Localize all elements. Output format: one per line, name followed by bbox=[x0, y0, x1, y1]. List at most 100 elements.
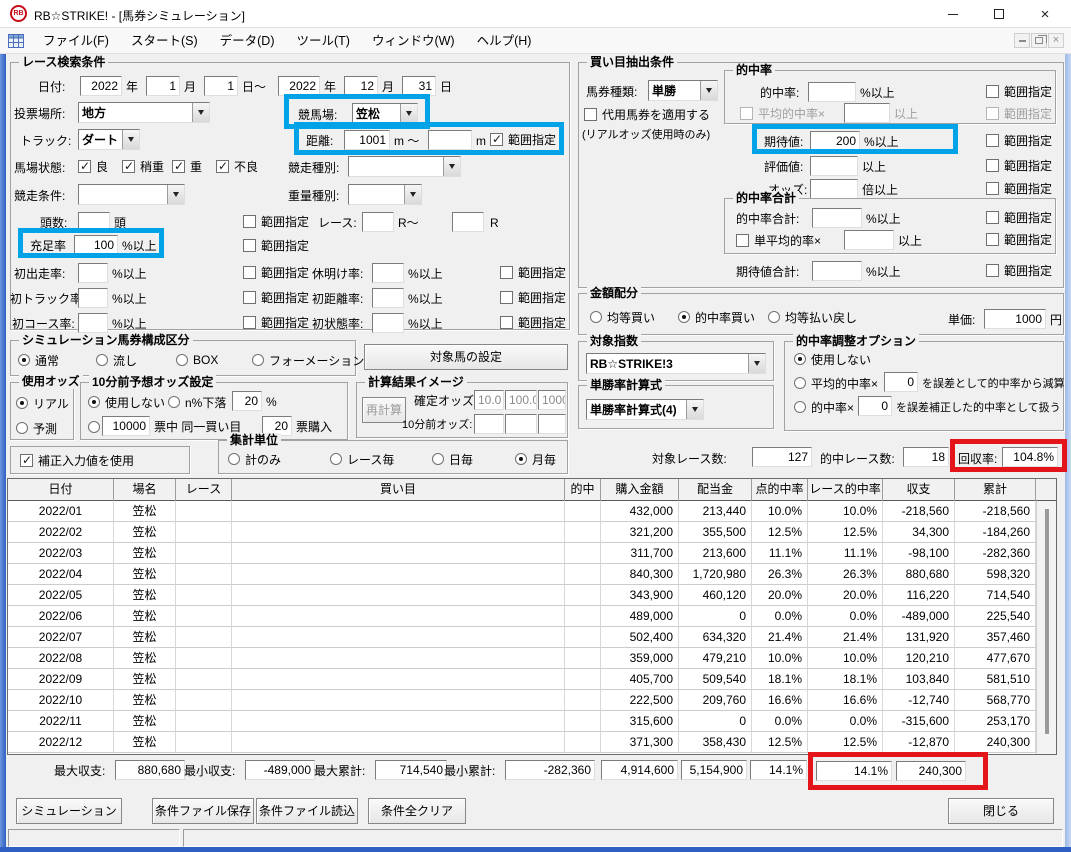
date-year-to-input[interactable]: 2022 bbox=[278, 76, 320, 96]
column-header[interactable]: 累計 bbox=[955, 479, 1036, 501]
close-dialog-button[interactable]: 閉じる bbox=[948, 798, 1054, 824]
expectation-range-checkbox[interactable]: 範囲指定 bbox=[986, 133, 1052, 148]
unit-price-input[interactable]: 1000 bbox=[984, 309, 1046, 329]
hit-rate-input[interactable] bbox=[808, 82, 856, 102]
fill-rate-input[interactable]: 100 bbox=[74, 235, 118, 255]
table-row[interactable]: 2022/11 笠松 315,600 0 0.0% 0.0% -315,600 253,170 bbox=[8, 711, 1056, 732]
column-header[interactable]: 配当金 bbox=[679, 479, 752, 501]
agg-per-race-radio[interactable]: レース毎 bbox=[330, 452, 394, 467]
distance-to-input[interactable] bbox=[428, 130, 472, 150]
fill-rate-range-checkbox[interactable]: 範囲指定 bbox=[243, 238, 309, 253]
date-month-to-input[interactable]: 12 bbox=[344, 76, 378, 96]
pre-odds-votes-radio[interactable] bbox=[88, 420, 100, 434]
scrollbar-thumb[interactable] bbox=[1045, 509, 1049, 734]
pre-odds-input-1[interactable] bbox=[474, 414, 504, 434]
agg-per-day-radio[interactable]: 日毎 bbox=[432, 452, 473, 467]
table-row[interactable]: 2022/09 笠松 405,700 509,540 18.1% 18.1% 103,840… bbox=[8, 669, 1056, 690]
race-no-from-input[interactable] bbox=[362, 212, 394, 232]
evaluation-range-checkbox[interactable]: 範囲指定 bbox=[986, 158, 1052, 173]
adjust-avg-radio[interactable]: 平均的中率× bbox=[794, 376, 878, 391]
date-day-to-input[interactable]: 31 bbox=[402, 76, 436, 96]
avg-hit-range-checkbox[interactable]: 範囲指定 bbox=[986, 106, 1052, 121]
agg-per-month-radio[interactable]: 月毎 bbox=[515, 452, 556, 467]
going-good-checkbox[interactable]: 良 bbox=[78, 159, 108, 174]
avg-single-checkbox[interactable]: 単平均的率× bbox=[736, 233, 821, 248]
table-row[interactable]: 2022/10 笠松 222,500 209,760 16.6% 16.6% -12,740… bbox=[8, 690, 1056, 711]
fixed-odds-input-2[interactable]: 100.0 bbox=[505, 390, 537, 410]
pre-odds-drop-radio[interactable]: n%下落 bbox=[168, 395, 226, 410]
first-track-input[interactable] bbox=[78, 288, 108, 308]
first-course-range-checkbox[interactable]: 範囲指定 bbox=[243, 315, 309, 330]
table-row[interactable]: 2022/08 笠松 359,000 479,210 10.0% 10.0% 120,210… bbox=[8, 648, 1056, 669]
first-course-input[interactable] bbox=[78, 313, 108, 333]
save-condition-button[interactable]: 条件ファイル保存 bbox=[152, 798, 254, 824]
first-run-input[interactable] bbox=[78, 263, 108, 283]
first-dist-range-checkbox[interactable]: 範囲指定 bbox=[500, 290, 566, 305]
table-row[interactable]: 2022/02 笠松 321,200 355,500 12.5% 12.5% 34,300-… bbox=[8, 522, 1056, 543]
odds-real-radio[interactable]: リアル bbox=[16, 396, 69, 411]
sim-type-formation-radio[interactable]: フォーメーション bbox=[252, 353, 364, 368]
mdi-close-button[interactable]: × bbox=[1048, 33, 1064, 48]
going-bad-checkbox[interactable]: 不良 bbox=[216, 159, 258, 174]
menu-window[interactable]: ウィンドウ(W) bbox=[361, 28, 466, 54]
race-type-select[interactable] bbox=[348, 156, 461, 177]
heads-input[interactable] bbox=[78, 212, 110, 232]
column-header[interactable]: 的中 bbox=[565, 479, 601, 501]
hit-total-input[interactable] bbox=[812, 208, 862, 228]
win-formula-select[interactable]: 単勝率計算式(4) bbox=[586, 399, 704, 420]
table-row[interactable]: 2022/05 笠松 343,900 460,120 20.0% 20.0% 116,220… bbox=[8, 585, 1056, 606]
maximize-button[interactable] bbox=[976, 0, 1022, 28]
substitute-checkbox[interactable]: 代用馬券を適用する bbox=[584, 107, 710, 122]
column-header[interactable]: 収支 bbox=[883, 479, 955, 501]
column-header[interactable]: 購入金額 bbox=[601, 479, 679, 501]
menu-data[interactable]: データ(D) bbox=[209, 28, 286, 54]
avg-single-range-checkbox[interactable]: 範囲指定 bbox=[986, 232, 1052, 247]
table-row[interactable]: 2022/07 笠松 502,400 634,320 21.4% 21.4% 131,920… bbox=[8, 627, 1056, 648]
evaluation-input[interactable] bbox=[810, 156, 858, 176]
date-year-from-input[interactable]: 2022 bbox=[80, 76, 122, 96]
close-button[interactable]: × bbox=[1022, 0, 1068, 28]
fixed-odds-input-1[interactable]: 10.0 bbox=[474, 390, 504, 410]
fixed-odds-input-3[interactable]: 1000 bbox=[538, 390, 566, 410]
menu-tool[interactable]: ツール(T) bbox=[286, 28, 361, 54]
column-header[interactable]: レース bbox=[176, 479, 232, 501]
first-track-range-checkbox[interactable]: 範囲指定 bbox=[243, 290, 309, 305]
mdi-restore-button[interactable] bbox=[1031, 33, 1047, 48]
alloc-equal-return-radio[interactable]: 均等払い戻し bbox=[768, 310, 857, 325]
table-row[interactable]: 2022/12 笠松 371,300 358,430 12.5% 12.5% -12,870… bbox=[8, 732, 1056, 753]
going-slightly-heavy-checkbox[interactable]: 稍重 bbox=[122, 159, 164, 174]
votes-input[interactable]: 10000 bbox=[102, 416, 150, 436]
column-header[interactable]: 買い目 bbox=[232, 479, 565, 501]
odds-forecast-radio[interactable]: 予測 bbox=[16, 421, 57, 436]
menu-file[interactable]: ファイル(F) bbox=[32, 28, 120, 54]
table-row[interactable]: 2022/01 笠松 432,000 213,440 10.0% 10.0% -218,56… bbox=[8, 501, 1056, 522]
table-row[interactable]: 2022/03 笠松 311,700 213,600 11.1% 11.1% -98,100… bbox=[8, 543, 1056, 564]
avg-single-input[interactable] bbox=[844, 230, 894, 250]
pre-odds-input-2[interactable] bbox=[505, 414, 537, 434]
mdi-minimize-button[interactable] bbox=[1014, 33, 1030, 48]
avg-hit-checkbox[interactable]: 平均的中率× bbox=[740, 106, 825, 121]
race-cond-select[interactable] bbox=[78, 184, 185, 205]
target-horse-button[interactable]: 対象馬の設定 bbox=[364, 344, 568, 370]
first-going-range-checkbox[interactable]: 範囲指定 bbox=[500, 315, 566, 330]
track-select[interactable]: ダート bbox=[78, 129, 140, 150]
drop-pct-input[interactable]: 20 bbox=[232, 391, 262, 411]
hit-rate-range-checkbox[interactable]: 範囲指定 bbox=[986, 84, 1052, 99]
column-header[interactable]: 日付 bbox=[8, 479, 114, 501]
going-heavy-checkbox[interactable]: 重 bbox=[172, 159, 202, 174]
load-condition-button[interactable]: 条件ファイル読込 bbox=[256, 798, 358, 824]
menu-start[interactable]: スタート(S) bbox=[120, 28, 209, 54]
alloc-hit-rate-buy-radio[interactable]: 的中率買い bbox=[678, 310, 755, 325]
correction-checkbox[interactable]: 補正入力値を使用 bbox=[20, 453, 134, 468]
sim-type-box-radio[interactable]: BOX bbox=[176, 353, 218, 367]
date-month-from-input[interactable]: 1 bbox=[146, 76, 180, 96]
first-dist-input[interactable] bbox=[372, 288, 404, 308]
first-going-input[interactable] bbox=[372, 313, 404, 333]
adjust-hit-input[interactable]: 0 bbox=[858, 396, 892, 416]
minimize-button[interactable] bbox=[930, 0, 976, 28]
course-select[interactable]: 笠松 bbox=[352, 103, 418, 124]
rest-return-input[interactable] bbox=[372, 263, 404, 283]
alloc-equal-buy-radio[interactable]: 均等買い bbox=[590, 310, 655, 325]
menu-help[interactable]: ヘルプ(H) bbox=[466, 28, 543, 54]
distance-from-input[interactable]: 1001 bbox=[344, 130, 390, 150]
